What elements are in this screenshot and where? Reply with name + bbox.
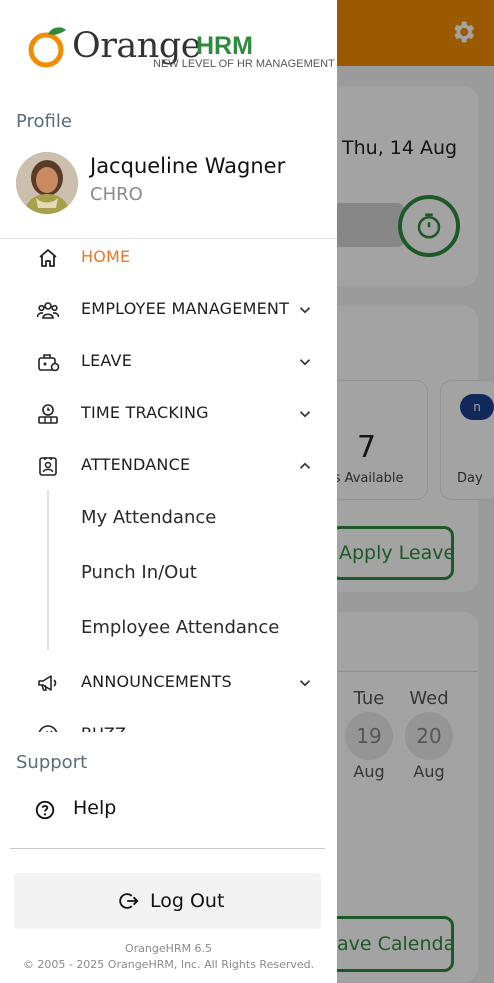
megaphone-icon <box>38 675 57 691</box>
chevron-down-icon[interactable] <box>296 353 314 371</box>
menu-label-buzz: BUZZ <box>81 724 126 732</box>
logo-tagline: NEW LEVEL OF HR MANAGEMENT <box>153 58 335 70</box>
menu-item-announcements[interactable]: ANNOUNCEMENTS <box>0 657 337 707</box>
menu-label-leave: LEAVE <box>81 351 132 370</box>
logo-hrm-text: HRM <box>196 32 253 60</box>
profile-section-label: Profile <box>16 111 72 132</box>
main-menu: HOME EMPLOYEE MANAGEMENT LEAVE TIME TRAC… <box>0 238 337 732</box>
menu-item-employee-management[interactable]: EMPLOYEE MANAGEMENT <box>0 284 337 334</box>
help-label: Help <box>73 797 117 819</box>
logout-label: Log Out <box>150 890 225 912</box>
chevron-down-icon[interactable] <box>296 405 314 423</box>
menu-item-time-tracking[interactable]: TIME TRACKING <box>0 388 337 438</box>
logout-icon <box>119 893 139 909</box>
chevron-down-icon[interactable] <box>296 674 314 692</box>
help-menu-item[interactable]: Help <box>34 797 234 825</box>
chevron-down-icon[interactable] <box>296 301 314 319</box>
support-divider <box>10 848 325 849</box>
menu-label-home: HOME <box>81 247 131 266</box>
help-icon <box>35 800 55 820</box>
time-tracking-icon <box>38 404 58 424</box>
menu-item-home[interactable]: HOME <box>0 238 337 282</box>
logout-button[interactable]: Log Out <box>14 873 321 929</box>
navigation-drawer: Orange HRM NEW LEVEL OF HR MANAGEMENT Pr… <box>0 0 337 983</box>
leave-icon <box>38 354 60 372</box>
submenu-punch-in-out[interactable]: Punch In/Out <box>81 562 197 583</box>
submenu-indicator-line <box>47 490 49 650</box>
orangehrm-logo: Orange HRM NEW LEVEL OF HR MANAGEMENT <box>26 14 335 74</box>
copyright-text: © 2005 - 2025 OrangeHRM, Inc. All Rights… <box>22 958 315 971</box>
submenu-my-attendance[interactable]: My Attendance <box>81 507 216 528</box>
menu-label-time-tracking: TIME TRACKING <box>81 403 209 422</box>
menu-item-attendance[interactable]: ATTENDANCE <box>0 440 337 490</box>
menu-label-employee-management: EMPLOYEE MANAGEMENT <box>81 299 290 318</box>
submenu-employee-attendance[interactable]: Employee Attendance <box>81 617 279 638</box>
menu-item-leave[interactable]: LEAVE <box>0 336 337 386</box>
menu-label-attendance: ATTENDANCE <box>81 455 191 474</box>
menu-item-buzz[interactable]: BUZZ <box>0 709 337 732</box>
support-section-label: Support <box>16 752 88 773</box>
employees-icon <box>36 302 60 319</box>
app-version: OrangeHRM 6.5 <box>124 942 213 955</box>
user-role: CHRO <box>90 184 143 205</box>
attendance-icon <box>39 457 57 476</box>
avatar[interactable] <box>16 152 78 214</box>
menu-label-announcements: ANNOUNCEMENTS <box>81 672 232 691</box>
chevron-up-icon[interactable] <box>296 457 314 475</box>
user-name: Jacqueline Wagner <box>90 154 286 178</box>
home-icon <box>39 249 57 267</box>
profile-photo-icon <box>16 152 78 214</box>
buzz-icon <box>38 725 58 732</box>
orange-logo-icon <box>28 27 66 68</box>
